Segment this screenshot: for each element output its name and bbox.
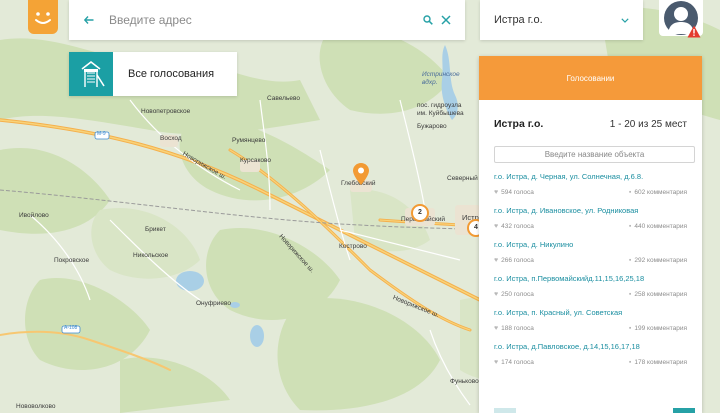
search-icon[interactable] bbox=[419, 0, 437, 40]
heart-icon: ♥ bbox=[494, 257, 499, 264]
playground-icon bbox=[69, 52, 113, 96]
pagination-prev-button[interactable] bbox=[494, 408, 516, 413]
comments-text: 258 комментария bbox=[634, 291, 687, 298]
comments-count: ▪ 199 комментария bbox=[629, 324, 687, 333]
address-search-input[interactable] bbox=[109, 0, 419, 40]
list-item-title[interactable]: г.о. Истра, д. Черная, ул. Солнечная, д.… bbox=[494, 171, 687, 182]
back-arrow-icon[interactable] bbox=[69, 0, 109, 40]
votes-text: 188 голоса bbox=[501, 325, 534, 332]
comments-count: ▪ 440 комментария bbox=[629, 222, 687, 231]
voting-list-panel: Голосовании Истра г.о. 1 - 20 из 25 мест… bbox=[479, 56, 702, 413]
list-item[interactable]: г.о. Истра, п.Первомайскийд.11,15,16,25,… bbox=[479, 273, 702, 299]
map-label: Восход bbox=[160, 135, 182, 142]
comments-text: 602 комментария bbox=[634, 189, 687, 196]
votes-text: 174 голоса bbox=[501, 359, 534, 366]
region-select-value: Истра г.о. bbox=[494, 14, 543, 26]
pagination-next-button[interactable] bbox=[673, 408, 695, 413]
comments-count: ▪ 292 комментария bbox=[629, 256, 687, 265]
map-label: Бужарово bbox=[417, 123, 447, 130]
votes-count: ♥ 432 голоса bbox=[494, 222, 534, 231]
votes-count: ♥ 266 голоса bbox=[494, 256, 534, 265]
road-label: M-9 bbox=[97, 131, 106, 137]
votes-text: 594 голоса bbox=[501, 189, 534, 196]
map-label: Нововолково bbox=[16, 403, 56, 410]
panel-header[interactable]: Голосовании bbox=[479, 56, 702, 100]
comments-text: 178 комментария bbox=[634, 359, 687, 366]
list-item-title[interactable]: г.о. Истра, п. Красный, ул. Советская bbox=[494, 307, 687, 318]
region-select[interactable]: Истра г.о. bbox=[480, 0, 643, 40]
comments-text: 199 комментария bbox=[634, 325, 687, 332]
comment-icon: ▪ bbox=[628, 325, 632, 332]
comment-icon: ▪ bbox=[628, 359, 632, 366]
votes-count: ♥ 188 голоса bbox=[494, 324, 534, 333]
map-label: Брикет bbox=[145, 226, 166, 233]
object-filter-input[interactable] bbox=[494, 146, 695, 163]
smiley-logo-icon bbox=[35, 12, 51, 24]
location-pin-icon[interactable] bbox=[353, 163, 369, 185]
comment-icon: ▪ bbox=[628, 257, 632, 264]
address-search-bar bbox=[69, 0, 465, 40]
heart-icon: ♥ bbox=[494, 189, 499, 196]
heart-icon: ♥ bbox=[494, 291, 499, 298]
list-item-title[interactable]: г.о. Истра, д. Никулино bbox=[494, 239, 687, 250]
votes-text: 266 голоса bbox=[501, 257, 534, 264]
logo[interactable] bbox=[28, 0, 58, 34]
chevron-down-icon bbox=[621, 17, 629, 23]
list-item-title[interactable]: г.о. Истра, д. Ивановское, ул. Родникова… bbox=[494, 205, 687, 216]
all-votes-category-button[interactable]: Все голосования bbox=[69, 52, 237, 96]
panel-region-title: Истра г.о. bbox=[494, 118, 544, 130]
comment-icon: ▪ bbox=[628, 189, 632, 196]
list-item[interactable]: г.о. Истра, д. Никулино ♥ 266 голоса ▪ 292… bbox=[479, 239, 702, 265]
votes-count: ♥ 594 голоса bbox=[494, 188, 534, 197]
votes-text: 250 голоса bbox=[501, 291, 534, 298]
map-label: Ивойлово bbox=[19, 212, 49, 219]
comment-icon: ▪ bbox=[628, 223, 632, 230]
votes-count: ♥ 174 голоса bbox=[494, 358, 534, 367]
all-votes-label: Все голосования bbox=[128, 68, 215, 80]
comments-text: 292 комментария bbox=[634, 257, 687, 264]
results-range: 1 - 20 из 25 мест bbox=[609, 119, 687, 130]
list-item[interactable]: г.о. Истра, д. Черная, ул. Солнечная, д.… bbox=[479, 171, 702, 197]
comments-text: 440 комментария bbox=[634, 223, 687, 230]
warning-icon[interactable] bbox=[687, 25, 701, 38]
heart-icon: ♥ bbox=[494, 223, 499, 230]
map-label: Онуфриево bbox=[196, 300, 232, 307]
comments-count: ▪ 602 комментария bbox=[629, 188, 687, 197]
map-label: Северный bbox=[447, 175, 478, 182]
map-label: Курсаково bbox=[240, 157, 271, 164]
votes-count: ♥ 250 голоса bbox=[494, 290, 534, 299]
road-label: A-108 bbox=[64, 325, 78, 331]
list-item-title[interactable]: г.о. Истра, п.Первомайскийд.11,15,16,25,… bbox=[494, 273, 687, 284]
list-item[interactable]: г.о. Истра, д. Ивановское, ул. Родникова… bbox=[479, 205, 702, 231]
map-label: Фуньково bbox=[450, 378, 479, 385]
map-label: Новопетровское bbox=[141, 108, 191, 115]
map-label: Савельево bbox=[267, 95, 300, 102]
heart-icon: ♥ bbox=[494, 325, 499, 332]
heart-icon: ♥ bbox=[494, 359, 499, 366]
list-item[interactable]: г.о. Истра, п. Красный, ул. Советская ♥ 1… bbox=[479, 307, 702, 333]
list-item-title[interactable]: г.о. Истра, д.Павловское, д.14,15,16,17,… bbox=[494, 341, 687, 352]
map-label: Кострово bbox=[339, 243, 367, 250]
map-label: Покровское bbox=[54, 257, 90, 264]
list-item[interactable]: г.о. Истра, д.Павловское, д.14,15,16,17,… bbox=[479, 341, 702, 367]
comment-icon: ▪ bbox=[628, 291, 632, 298]
comments-count: ▪ 178 комментария bbox=[629, 358, 687, 367]
map-label: пос. гидроузла им. Куйбышева bbox=[417, 102, 464, 117]
map-label: Никольское bbox=[133, 252, 169, 259]
comments-count: ▪ 258 комментария bbox=[629, 290, 687, 299]
map-label: Румянцево bbox=[232, 137, 266, 144]
voting-list: г.о. Истра, д. Черная, ул. Солнечная, д.… bbox=[479, 171, 702, 367]
map-label: Истринское вдхр. bbox=[422, 71, 460, 86]
cluster-marker[interactable]: 2 bbox=[411, 204, 429, 222]
votes-text: 432 голоса bbox=[501, 223, 534, 230]
panel-header-title: Голосовании bbox=[566, 73, 615, 83]
close-icon[interactable] bbox=[437, 0, 455, 40]
